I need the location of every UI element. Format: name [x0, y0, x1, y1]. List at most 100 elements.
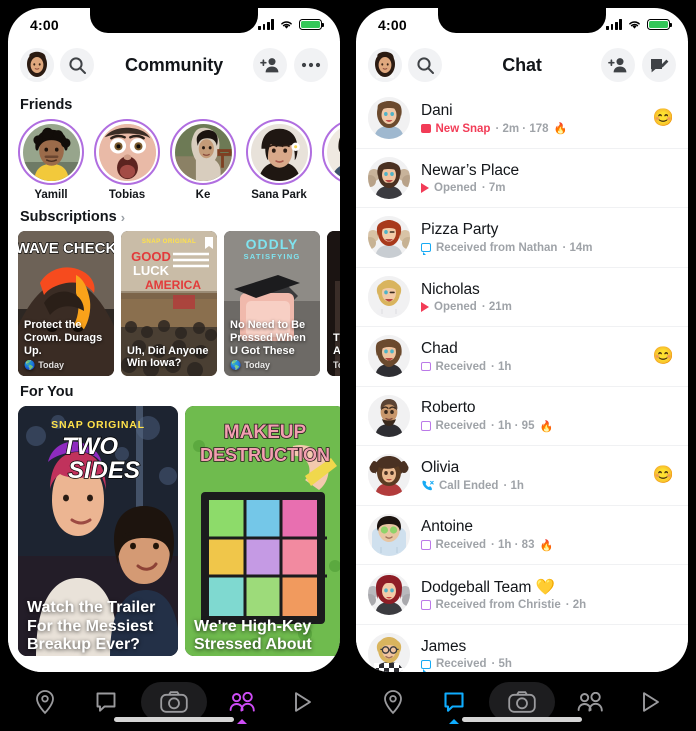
camera-tab[interactable]	[140, 681, 207, 722]
story-ring	[322, 119, 340, 185]
friend-story-sana-park[interactable]: Sana Park	[246, 119, 312, 201]
friend-emoji: 😊	[652, 465, 674, 485]
chat-status: Received from Christie · 2h	[421, 599, 674, 611]
svg-text:AMERICA: AMERICA	[145, 278, 201, 292]
friend-avatar	[326, 123, 340, 181]
chat-bubble-icon	[444, 691, 464, 712]
svg-text:TWO: TWO	[62, 433, 118, 460]
chat-list[interactable]: Dani New Snap · 2m · 178 🔥 😊 Newar’s Pla…	[356, 89, 688, 672]
chat-row[interactable]: Chad Received · 1h 😊	[356, 327, 688, 387]
chat-status: Opened · 7m	[421, 182, 674, 194]
flame-icon: 🔥	[539, 420, 554, 433]
chevron-right-icon[interactable]: ›	[121, 210, 125, 225]
status-icons	[258, 18, 325, 31]
subscription-card[interactable]: ODDLY SATISFYING No Need to Be Pressed W…	[224, 231, 320, 376]
map-tab[interactable]	[366, 682, 420, 722]
friend-story-yamill[interactable]: Yamill	[18, 119, 84, 201]
subscription-card[interactable]: SNAP DEN DEATH This Mo Awkwar Right? Tod…	[327, 231, 340, 376]
add-friend-icon[interactable]	[601, 48, 635, 82]
spotlight-tab[interactable]	[624, 682, 678, 722]
spotlight-tab[interactable]	[276, 682, 330, 722]
battery-icon	[299, 18, 325, 31]
flame-icon: 🔥	[539, 539, 554, 552]
chat-row[interactable]: Olivia Call Ended · 1h 😊	[356, 446, 688, 506]
foryou-card[interactable]: MAKEUP DESTRUCTION We're High-Key Stress…	[185, 406, 340, 656]
globe-icon: 🌎	[24, 359, 36, 370]
friend-name: Dan	[322, 189, 340, 201]
blue-chat-outline-icon	[421, 243, 431, 255]
chat-text: Pizza Party Received from Nathan · 14m	[421, 221, 674, 255]
chat-row[interactable]: Newar’s Place Opened · 7m	[356, 149, 688, 208]
search-icon[interactable]	[60, 48, 94, 82]
add-friend-icon[interactable]	[253, 48, 287, 82]
battery-icon	[647, 18, 673, 31]
chat-row[interactable]: Roberto Received · 1h · 95 🔥	[356, 387, 688, 446]
status-text: Received from Christie	[435, 599, 561, 611]
more-options-icon[interactable]	[294, 48, 328, 82]
avatar	[368, 275, 410, 318]
chat-row[interactable]: James Received · 5h	[356, 625, 688, 672]
chat-row[interactable]: Nicholas Opened · 21m	[356, 268, 688, 327]
chat-row[interactable]: Dani New Snap · 2m · 178 🔥 😊	[356, 89, 688, 149]
purple-square-outline-icon	[421, 361, 431, 372]
caption-text: No Need to Be Pressed When U Got These	[230, 319, 306, 357]
chat-row[interactable]: Dodgeball Team 💛 Received from Christie …	[356, 565, 688, 625]
svg-text:MAKEUP: MAKEUP	[224, 422, 307, 443]
status-text: Opened	[434, 301, 477, 313]
right-tabbar	[348, 672, 696, 731]
friend-name: Ke	[195, 189, 211, 201]
map-tab[interactable]	[18, 682, 72, 722]
right-nav-actions	[601, 48, 676, 82]
globe-icon: 🌎	[230, 359, 242, 370]
notch	[90, 8, 258, 33]
status-meta: · 2m · 178	[495, 122, 549, 135]
location-pin-icon	[383, 689, 402, 714]
search-icon[interactable]	[408, 48, 442, 82]
chat-text: Nicholas Opened · 21m	[421, 281, 674, 313]
subscription-card[interactable]: WAVE CHECK Protect the Crown. Durags Up.…	[18, 231, 114, 376]
chat-tab[interactable]	[79, 682, 133, 722]
subscriptions-section-header[interactable]: Subscriptions ›	[8, 201, 340, 231]
notch	[438, 8, 606, 33]
caption-text: Protect the Crown. Durags Up.	[24, 319, 103, 357]
left-phone: 4:00 Community Friends Yamill Tobias Ke …	[0, 0, 348, 731]
camera-tab[interactable]	[488, 681, 555, 722]
friend-story-tobias[interactable]: Tobias	[94, 119, 160, 201]
profile-avatar[interactable]	[368, 48, 402, 82]
left-phone-screen: 4:00 Community Friends Yamill Tobias Ke …	[8, 8, 340, 672]
community-tab[interactable]	[215, 682, 269, 724]
friend-story-dan[interactable]: Dan	[322, 119, 340, 201]
friend-emoji: 😊	[652, 108, 674, 128]
friend-avatar	[174, 123, 232, 181]
friend-story-ke[interactable]: Ke	[170, 119, 236, 201]
blue-chat-outline-icon	[421, 659, 431, 672]
avatar	[368, 156, 410, 199]
profile-avatar[interactable]	[20, 48, 54, 82]
community-tab[interactable]	[563, 682, 617, 722]
friends-section-title: Friends	[20, 97, 73, 113]
chat-name: Dodgeball Team 💛	[421, 578, 555, 596]
foryou-card[interactable]: SNAP ORIGINAL TWO SIDES Watch the Traile…	[18, 406, 178, 656]
status-text: Call Ended	[439, 479, 499, 492]
status-text: Received	[436, 658, 487, 670]
subscriptions-carousel[interactable]: WAVE CHECK Protect the Crown. Durags Up.…	[8, 231, 340, 376]
chat-row[interactable]: Antoine Received · 1h · 83 🔥	[356, 506, 688, 565]
subscriptions-section-title: Subscriptions	[20, 209, 117, 225]
friends-carousel[interactable]: Yamill Tobias Ke Sana Park	[8, 119, 340, 201]
chat-row[interactable]: Pizza Party Received from Nathan · 14m	[356, 208, 688, 268]
foryou-carousel[interactable]: SNAP ORIGINAL TWO SIDES Watch the Traile…	[8, 406, 340, 656]
chat-tab[interactable]	[427, 682, 481, 724]
filled-red-square-icon	[421, 123, 431, 134]
chat-name: Olivia	[421, 459, 460, 476]
status-time: 4:00	[378, 16, 407, 33]
svg-text:SNAP ORIGINAL: SNAP ORIGINAL	[142, 238, 196, 245]
left-nav-actions	[253, 48, 328, 82]
chat-name: Chad	[421, 340, 458, 357]
story-ring	[246, 119, 312, 185]
new-chat-icon[interactable]	[642, 48, 676, 82]
status-meta: · 1h · 95	[491, 420, 535, 432]
avatar	[368, 632, 410, 672]
red-play-triangle-icon	[421, 302, 429, 312]
avatar	[368, 335, 410, 378]
subscription-card[interactable]: SNAP ORIGINAL GOOD LUCK AMERICA Uh, Did …	[121, 231, 217, 376]
